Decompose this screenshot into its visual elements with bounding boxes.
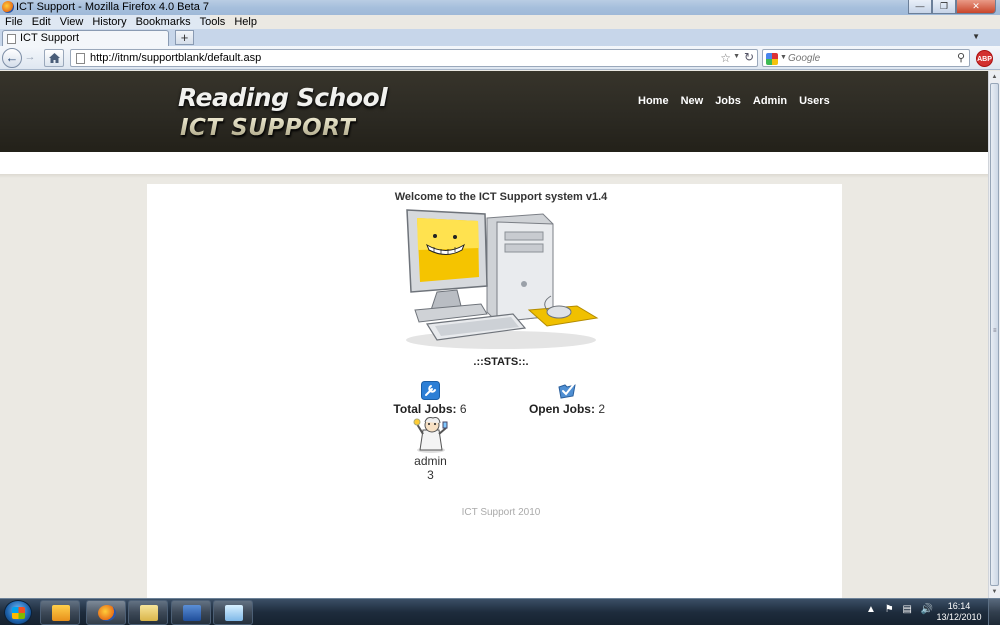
scroll-down-button[interactable]: ▼	[989, 586, 1000, 598]
window-title-bar: ICT Support - Mozilla Firefox 4.0 Beta 7…	[0, 0, 1000, 15]
user-stat-card: admin 3	[393, 416, 468, 482]
menu-tools[interactable]: Tools	[195, 15, 230, 29]
nav-jobs-link[interactable]: Jobs	[709, 93, 747, 109]
volume-icon[interactable]: 🔊	[921, 604, 933, 615]
menu-file[interactable]: File	[0, 15, 27, 29]
taskbar-remote-desktop[interactable]	[171, 600, 211, 625]
nav-admin-link[interactable]: Admin	[747, 93, 793, 109]
bookmark-star-icon[interactable]: ☆	[720, 51, 731, 65]
explorer-icon	[140, 605, 158, 621]
welcome-heading: Welcome to the ICT Support system v1.4	[394, 191, 608, 203]
user-name: admin	[414, 454, 447, 468]
header-white-strip	[0, 152, 988, 174]
clock-time: 16:14	[947, 601, 971, 611]
nav-users-link[interactable]: Users	[793, 93, 836, 109]
scroll-thumb[interactable]: ≡	[990, 83, 999, 586]
open-folder-check-icon	[557, 383, 576, 399]
search-bar[interactable]: ▼ ⚲	[762, 49, 970, 67]
scientist-avatar-icon	[413, 417, 447, 453]
url-input[interactable]	[90, 51, 690, 65]
tab-label: ICT Support	[20, 32, 80, 44]
logo-ict-support: ICT SUPPORT	[180, 115, 356, 141]
taskbar-outlook[interactable]	[40, 600, 80, 625]
notes-icon	[225, 605, 243, 621]
stats-heading: .::STATS::.	[473, 356, 529, 368]
search-engine-dropdown-icon[interactable]: ▼	[780, 54, 787, 61]
menu-bookmarks[interactable]: Bookmarks	[131, 15, 195, 29]
taskbar-firefox[interactable]	[86, 600, 126, 625]
scroll-grip-icon: ≡	[993, 328, 997, 334]
open-jobs-label: Open Jobs:	[528, 402, 595, 416]
window-title: ICT Support - Mozilla Firefox 4.0 Beta 7	[16, 1, 209, 13]
clock-date: 13/12/2010	[936, 612, 982, 622]
tab-ict-support[interactable]: ICT Support	[2, 30, 169, 46]
nav-new-link[interactable]: New	[675, 93, 710, 109]
site-nav: Home New Jobs Admin Users	[632, 93, 836, 109]
main-content: Welcome to the ICT Support system v1.4 .…	[147, 184, 842, 598]
firefox-icon	[98, 605, 116, 621]
action-center-flag-icon[interactable]: ⚑	[885, 604, 894, 615]
windows-taskbar: ▲ ⚑ ▤ 🔊 16:14 13/12/2010	[0, 598, 1000, 625]
scroll-up-button[interactable]: ▲	[989, 71, 1000, 83]
total-jobs-value: 6	[459, 402, 467, 416]
adblock-plus-icon[interactable]: ABP	[976, 50, 993, 67]
maximize-button[interactable]: ❐	[932, 0, 956, 14]
total-jobs-stat: Total Jobs: 6	[370, 381, 490, 416]
reload-icon[interactable]: ↻	[744, 50, 754, 64]
url-history-dropdown-icon[interactable]: ▼	[733, 53, 740, 60]
outlook-icon	[52, 605, 70, 621]
menu-edit[interactable]: Edit	[27, 15, 55, 29]
new-tab-button[interactable]: +	[175, 30, 194, 45]
windows-logo-icon	[12, 607, 25, 619]
computer-mascot-image	[406, 209, 599, 349]
start-button[interactable]	[4, 600, 32, 625]
vertical-scrollbar[interactable]: ▲ ≡ ▼	[988, 71, 1000, 598]
footer-text: ICT Support 2010	[461, 507, 541, 518]
tab-strip: ICT Support + ▼	[0, 29, 1000, 46]
search-input[interactable]	[788, 51, 948, 65]
open-jobs-stat: Open Jobs: 2	[507, 381, 627, 416]
open-jobs-value: 2	[598, 402, 606, 416]
window-controls: — ❐ ✕	[908, 0, 996, 14]
nav-home-link[interactable]: Home	[632, 93, 675, 109]
show-desktop-button[interactable]	[988, 599, 1000, 625]
home-button[interactable]	[44, 49, 64, 67]
wrench-icon	[420, 381, 440, 400]
system-tray: ▲ ⚑ ▤ 🔊	[866, 604, 939, 615]
total-jobs-label: Total Jobs:	[393, 402, 457, 416]
search-icon[interactable]: ⚲	[957, 51, 965, 64]
menu-history[interactable]: History	[87, 15, 130, 29]
remote-desktop-icon	[183, 605, 201, 621]
site-header: Reading School ICT SUPPORT Home New Jobs…	[0, 71, 988, 152]
forward-button[interactable]: →	[22, 51, 38, 65]
menu-bar: File Edit View History Bookmarks Tools H…	[0, 15, 257, 29]
page-viewport: Reading School ICT SUPPORT Home New Jobs…	[0, 71, 988, 598]
navigation-toolbar: ← → ☆ ▼ ↻ ▼ ⚲ ABP	[0, 46, 1000, 70]
menu-help[interactable]: Help	[229, 15, 261, 29]
home-icon	[49, 53, 60, 63]
close-window-button[interactable]: ✕	[956, 0, 996, 14]
url-bar[interactable]: ☆ ▼ ↻	[70, 49, 758, 67]
taskbar-notes[interactable]	[213, 600, 253, 625]
network-icon[interactable]: ▤	[902, 604, 911, 615]
tray-expand-icon[interactable]: ▲	[866, 604, 876, 615]
back-button[interactable]: ←	[2, 48, 22, 68]
taskbar-explorer[interactable]	[128, 600, 168, 625]
list-all-tabs-icon[interactable]: ▼	[972, 32, 980, 41]
page-icon	[76, 53, 85, 64]
user-job-count: 3	[427, 468, 434, 482]
google-engine-icon[interactable]	[766, 53, 778, 65]
page-favicon-icon	[7, 34, 16, 44]
firefox-logo-icon	[2, 1, 14, 13]
header-shadow	[0, 174, 988, 178]
menu-view[interactable]: View	[55, 15, 88, 29]
logo-school-name: Reading School	[178, 83, 388, 112]
taskbar-clock[interactable]: 16:14 13/12/2010	[935, 601, 983, 623]
minimize-button[interactable]: —	[908, 0, 932, 14]
